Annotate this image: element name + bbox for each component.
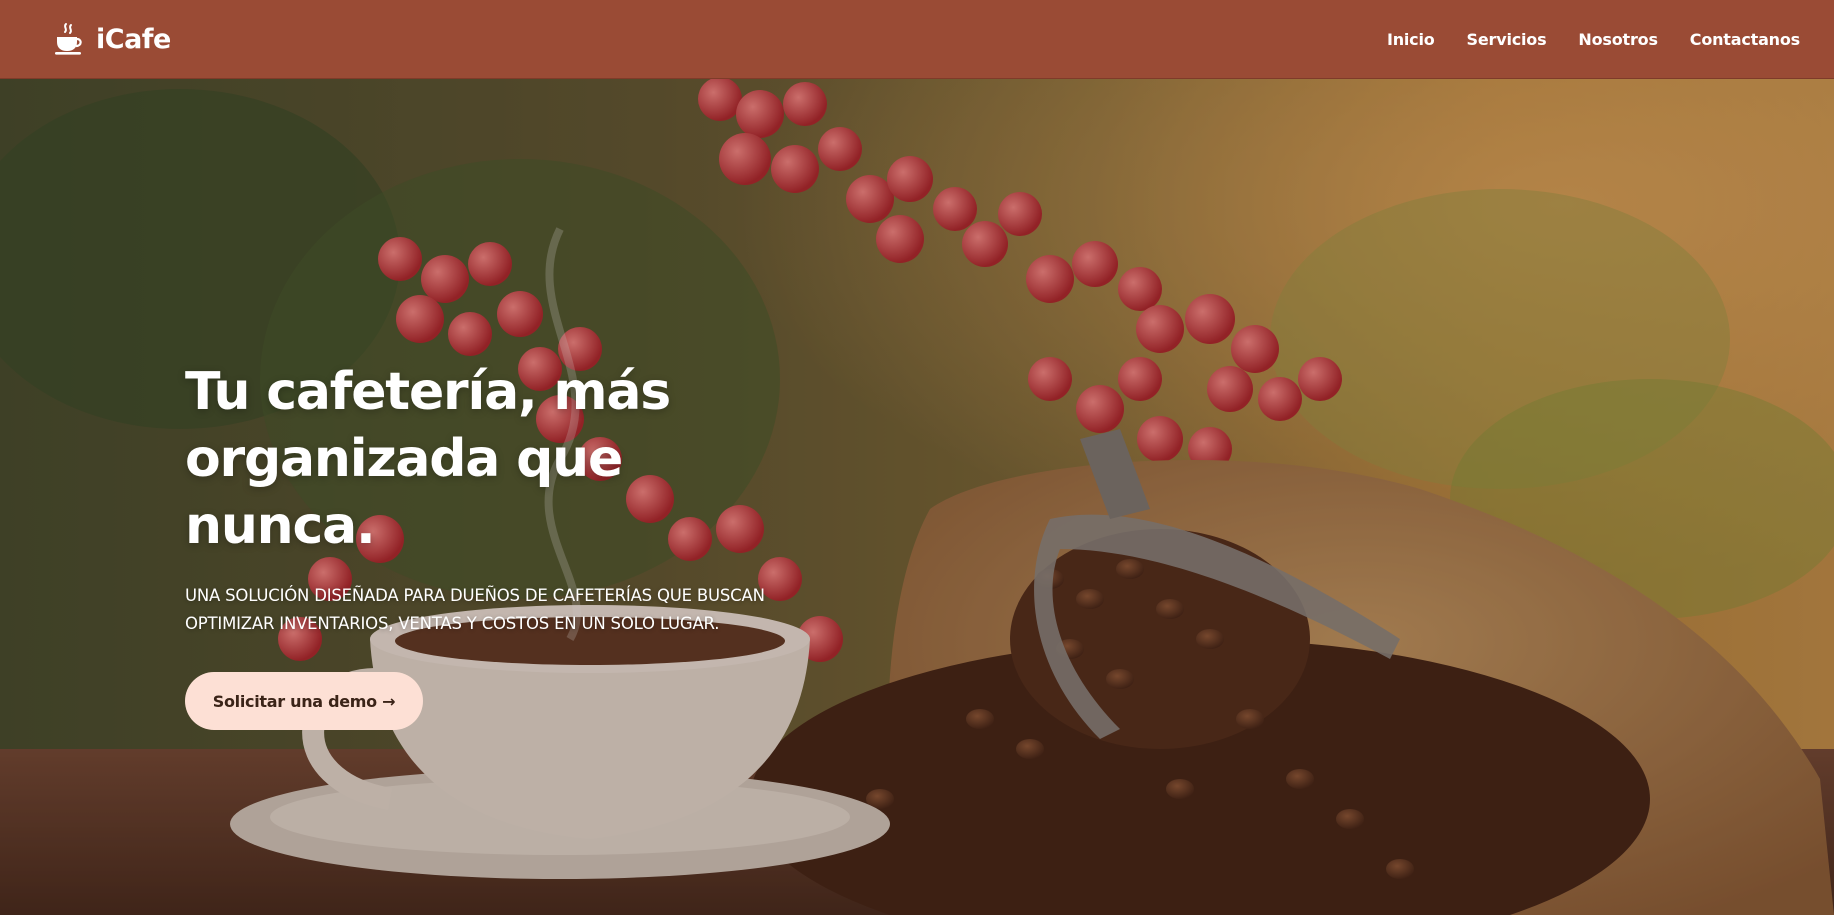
brand-logo[interactable]: iCafe (54, 22, 171, 56)
nav-link-nosotros[interactable]: Nosotros (1578, 30, 1658, 49)
hero-section: Tu cafetería, más organizada que nunca. … (0, 79, 1834, 915)
hero-subtitle: UNA SOLUCIÓN DISEÑADA PARA DUEÑOS DE CAF… (185, 586, 765, 633)
hero-title: Tu cafetería, más organizada que nunca. (185, 362, 671, 556)
nav-link-inicio[interactable]: Inicio (1387, 30, 1435, 49)
request-demo-button[interactable]: Solicitar una demo → (185, 672, 423, 730)
top-navbar: iCafe Inicio Servicios Nosotros Contacta… (0, 0, 1834, 79)
hero-content: Tu cafetería, más organizada que nunca. … (185, 359, 805, 730)
nav-link-contactanos[interactable]: Contactanos (1690, 30, 1800, 49)
brand-name: iCafe (96, 23, 171, 55)
coffee-cup-icon (55, 23, 82, 55)
main-nav: Inicio Servicios Nosotros Contactanos (1387, 30, 1800, 49)
nav-link-servicios[interactable]: Servicios (1467, 30, 1547, 49)
